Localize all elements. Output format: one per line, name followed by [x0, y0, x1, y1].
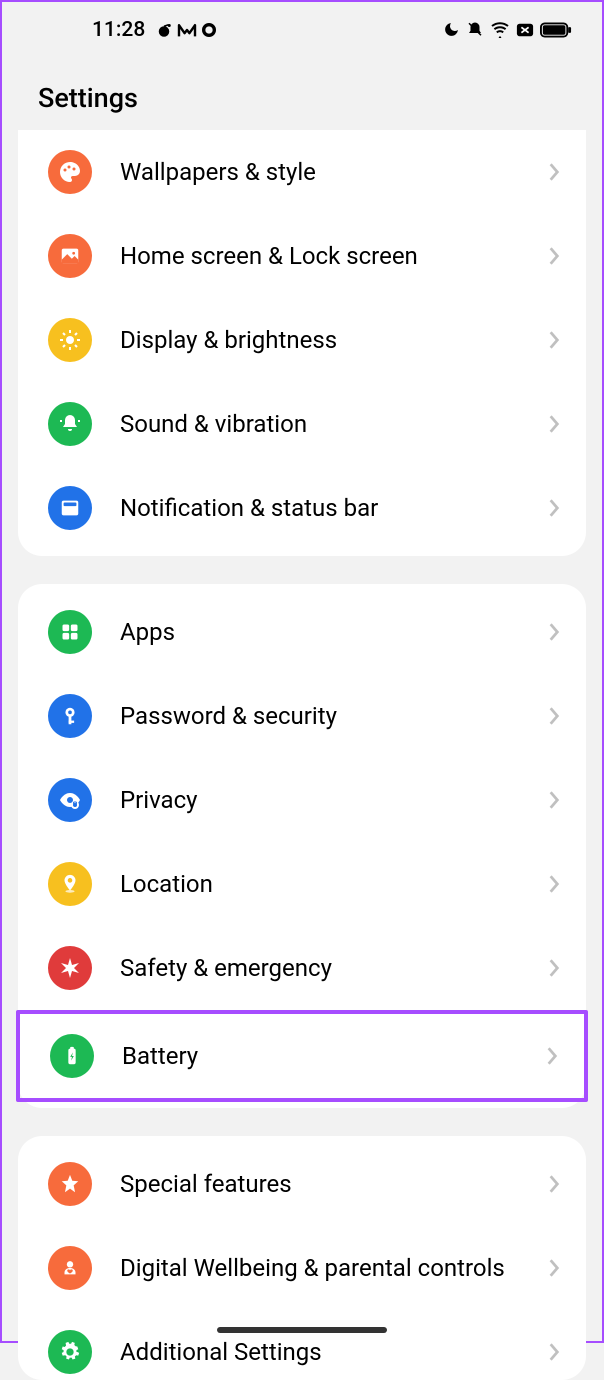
row-label: Display & brightness — [120, 325, 548, 355]
chevron-right-icon — [548, 706, 560, 726]
chevron-right-icon — [548, 790, 560, 810]
row-label: Special features — [120, 1169, 548, 1199]
section-personalization: Wallpapers & style Home screen & Lock sc… — [18, 130, 586, 556]
chevron-right-icon — [548, 246, 560, 266]
row-location[interactable]: Location — [18, 842, 586, 926]
bell-icon — [48, 402, 92, 446]
moon-icon — [443, 21, 460, 38]
row-label: Notification & status bar — [120, 493, 548, 523]
chevron-right-icon — [548, 330, 560, 350]
chevron-right-icon — [548, 162, 560, 182]
palette-icon — [48, 150, 92, 194]
row-label: Sound & vibration — [120, 409, 548, 439]
page-title: Settings — [38, 82, 566, 114]
pin-icon — [48, 862, 92, 906]
page-header: Settings — [2, 52, 602, 134]
row-display-brightness[interactable]: Display & brightness — [18, 298, 586, 382]
status-notif-icons — [155, 21, 217, 39]
heart-icon — [48, 1246, 92, 1290]
circle-icon — [201, 22, 217, 38]
reddit-icon — [155, 21, 173, 39]
row-battery[interactable]: Battery — [16, 1010, 588, 1102]
row-notification-status-bar[interactable]: Notification & status bar — [18, 466, 586, 550]
row-label: Location — [120, 869, 548, 899]
emergency-icon — [48, 946, 92, 990]
status-time: 11:28 — [92, 18, 145, 42]
row-label: Home screen & Lock screen — [120, 241, 548, 271]
chevron-right-icon — [546, 1046, 558, 1066]
chevron-right-icon — [548, 622, 560, 642]
gear-icon — [48, 1330, 92, 1374]
row-label: Password & security — [120, 701, 548, 731]
battery-charge-icon — [50, 1034, 94, 1078]
key-icon — [48, 694, 92, 738]
nav-handle[interactable] — [217, 1327, 387, 1333]
notification-icon — [48, 486, 92, 530]
row-apps[interactable]: Apps — [18, 590, 586, 674]
chevron-right-icon — [548, 958, 560, 978]
settings-content[interactable]: Wallpapers & style Home screen & Lock sc… — [2, 130, 602, 1380]
card-icon — [516, 22, 534, 38]
chevron-right-icon — [548, 1174, 560, 1194]
m-icon — [177, 22, 197, 38]
row-label: Apps — [120, 617, 548, 647]
status-left: 11:28 — [92, 18, 217, 42]
chevron-right-icon — [548, 1342, 560, 1362]
row-sound-vibration[interactable]: Sound & vibration — [18, 382, 586, 466]
row-digital-wellbeing[interactable]: Digital Wellbeing & parental controls — [18, 1226, 586, 1310]
row-label: Additional Settings — [120, 1337, 548, 1367]
row-safety-emergency[interactable]: Safety & emergency — [18, 926, 586, 1010]
section-system: Apps Password & security Privacy Locatio… — [18, 584, 586, 1108]
status-right-icons — [443, 21, 572, 39]
wifi-icon — [490, 22, 510, 38]
row-label: Privacy — [120, 785, 548, 815]
section-more: Special features Digital Wellbeing & par… — [18, 1136, 586, 1380]
star-icon — [48, 1162, 92, 1206]
battery-icon — [540, 22, 572, 38]
grid-icon — [48, 610, 92, 654]
row-password-security[interactable]: Password & security — [18, 674, 586, 758]
image-icon — [48, 234, 92, 278]
bell-off-icon — [466, 21, 484, 39]
status-bar: 11:28 — [2, 2, 602, 52]
chevron-right-icon — [548, 1258, 560, 1278]
row-label: Safety & emergency — [120, 953, 548, 983]
row-label: Wallpapers & style — [120, 157, 548, 187]
row-special-features[interactable]: Special features — [18, 1142, 586, 1226]
row-label: Battery — [122, 1041, 546, 1071]
chevron-right-icon — [548, 874, 560, 894]
row-privacy[interactable]: Privacy — [18, 758, 586, 842]
row-wallpapers-style[interactable]: Wallpapers & style — [18, 130, 586, 214]
chevron-right-icon — [548, 414, 560, 434]
row-additional-settings[interactable]: Additional Settings — [18, 1310, 586, 1374]
row-label: Digital Wellbeing & parental controls — [120, 1253, 548, 1283]
chevron-right-icon — [548, 498, 560, 518]
sun-icon — [48, 318, 92, 362]
row-home-lock-screen[interactable]: Home screen & Lock screen — [18, 214, 586, 298]
eye-icon — [48, 778, 92, 822]
